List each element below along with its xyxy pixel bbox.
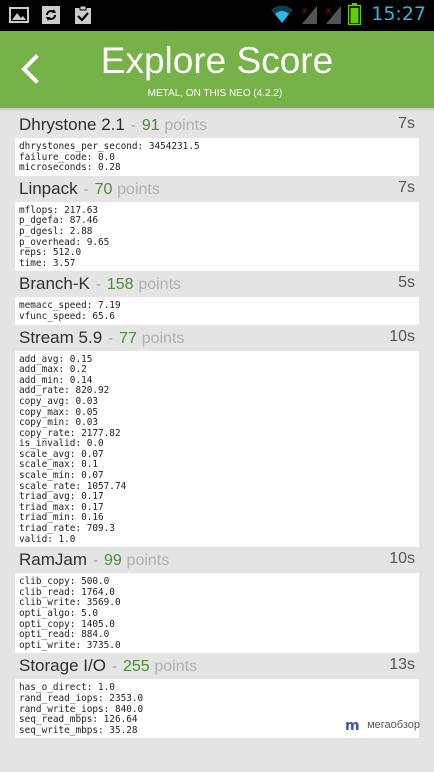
- metric-line: opti_write: 3735.0: [19, 639, 121, 651]
- benchmark-title: RamJam -99 points: [19, 550, 169, 570]
- benchmark-details: dhrystones_per_second: 3454231.5 failure_…: [15, 138, 419, 176]
- signal-icon: x: [326, 6, 342, 24]
- results-list[interactable]: Dhrystone 2.1-91 points 7s dhrystones_per_…: [0, 112, 434, 739]
- app-header: Explore Score METAL, ON THIS NEO (4.2.2): [0, 31, 434, 108]
- benchmark-header: Branch-K -158 points 5s: [0, 271, 434, 297]
- benchmark-header: Dhrystone 2.1-91 points 7s: [0, 112, 434, 138]
- points-label: points: [141, 329, 185, 347]
- benchmark-details: memacc_speed: 7.19 vfunc_speed: 65.6: [15, 297, 419, 325]
- svg-text:x: x: [326, 6, 331, 15]
- signal-icon: x: [302, 6, 318, 24]
- clock: 15:27: [371, 3, 426, 25]
- metric-line: time: 3.57: [19, 257, 76, 269]
- benchmark-name: Storage I/O: [19, 656, 106, 676]
- benchmark-score: 158: [106, 276, 134, 294]
- benchmark-time: 7s: [398, 178, 415, 196]
- benchmark-section: RamJam -99 points 10s clib_copy: 500.0 clib_…: [0, 547, 434, 654]
- benchmark-time: 10s: [389, 327, 415, 345]
- benchmark-score: 99: [104, 552, 122, 570]
- wifi-icon: [271, 5, 294, 23]
- battery-icon: [348, 3, 362, 25]
- benchmark-time: 7s: [398, 115, 415, 132]
- benchmark-title: Dhrystone 2.1-91 points: [19, 115, 207, 135]
- page-subtitle: METAL, ON THIS NEO (4.2.2): [147, 88, 283, 99]
- page-title: Explore Score: [100, 40, 334, 81]
- metric-line: vfunc_speed: 65.6: [19, 310, 115, 322]
- points-label: points: [164, 117, 208, 134]
- separator: -: [111, 658, 117, 676]
- watermark: m мегаобзор: [345, 717, 420, 733]
- watermark-text: мегаобзор: [367, 719, 420, 731]
- clipboard-check-icon: [75, 5, 91, 24]
- benchmark-time: 5s: [398, 274, 415, 292]
- benchmark-name: RamJam: [19, 550, 88, 570]
- benchmark-header: Storage I/O -255 points 13s: [0, 653, 434, 679]
- benchmark-details: mflops: 217.63 p_dgefa: 87.46 p_dgesl: 2.8…: [15, 201, 419, 272]
- svg-text:x: x: [302, 6, 307, 15]
- metric-line: dhrystones_per_second: 3454231.5: [19, 141, 200, 152]
- benchmark-time: 13s: [389, 656, 415, 674]
- image-icon: [9, 7, 29, 23]
- separator: -: [108, 329, 114, 347]
- points-label: points: [126, 552, 170, 570]
- benchmark-name: Linpack: [19, 178, 78, 198]
- benchmark-title: Stream 5.9-77 points: [19, 328, 184, 348]
- svg-text:m: m: [345, 718, 360, 733]
- metric-line: valid: 1.0: [19, 533, 76, 545]
- benchmark-time: 10s: [389, 550, 415, 568]
- benchmark-header: Linpack -70 points 7s: [0, 176, 434, 202]
- separator: -: [130, 117, 136, 134]
- points-label: points: [117, 180, 160, 198]
- separator: -: [83, 180, 89, 198]
- separator: -: [93, 552, 99, 570]
- benchmark-details: clib_copy: 500.0 clib_read: 1764.0 clib_wr…: [15, 573, 419, 654]
- benchmark-details: add_avg: 0.15 add_max: 0.2 add_min: 0.14 ad…: [15, 350, 419, 548]
- points-label: points: [138, 276, 182, 294]
- benchmark-score: 70: [94, 180, 113, 198]
- metric-line: copy_avg: 0.03: [19, 395, 99, 407]
- benchmark-section: Branch-K -158 points 5s memacc_speed: 7.19 v…: [0, 271, 434, 325]
- mo-logo-icon: m: [345, 718, 360, 733]
- benchmark-section: Linpack -70 points 7s mflops: 217.63 p_dgefa…: [0, 176, 434, 272]
- points-label: points: [154, 658, 198, 676]
- benchmark-title: Linpack -70 points: [19, 179, 160, 199]
- benchmark-name: Stream 5.9: [19, 327, 103, 347]
- benchmark-header: RamJam -99 points 10s: [0, 547, 434, 573]
- benchmark-section: Dhrystone 2.1-91 points 7s dhrystones_per_…: [0, 112, 434, 176]
- metric-line: rand_read_iops: 2353.0: [19, 692, 144, 704]
- metric-line: opti_algo: 5.0: [19, 608, 99, 619]
- sync-icon: [42, 6, 60, 24]
- benchmark-section: Stream 5.9-77 points 10s add_avg: 0.15 add_…: [0, 325, 434, 548]
- metric-line: reps: 512.0: [19, 247, 82, 259]
- separator: -: [95, 276, 101, 294]
- benchmark-header: Stream 5.9-77 points 10s: [0, 325, 434, 351]
- benchmark-score: 255: [122, 658, 150, 676]
- benchmark-score: 91: [141, 117, 160, 134]
- benchmark-name: Branch-K: [19, 274, 90, 294]
- status-bar: x x 15:27: [0, 0, 434, 31]
- metric-line: p_dgesl: 2.88: [19, 225, 93, 237]
- benchmark-title: Branch-K -158 points: [19, 274, 181, 294]
- benchmark-score: 77: [119, 329, 137, 347]
- metric-line: triad_rate: 709.3: [19, 523, 115, 535]
- benchmark-title: Storage I/O -255 points: [19, 656, 197, 676]
- benchmark-name: Dhrystone 2.1: [19, 115, 125, 134]
- metric-line: microseconds: 0.28: [19, 162, 121, 174]
